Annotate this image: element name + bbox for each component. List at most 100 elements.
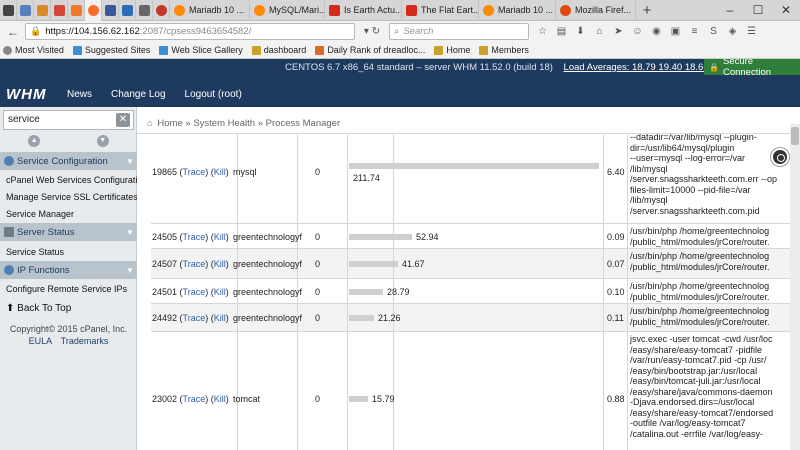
download-icon[interactable]: ⬇ xyxy=(571,26,590,37)
command-cell: /usr/bin/php /home/greentechnolog /publi… xyxy=(630,281,770,302)
pinned-tab[interactable] xyxy=(119,0,136,21)
trademarks-link[interactable]: Trademarks xyxy=(61,336,109,346)
back-arrow-icon[interactable]: ← xyxy=(3,25,23,39)
pinned-tab[interactable] xyxy=(153,0,170,21)
trace-link[interactable]: Trace xyxy=(183,167,206,177)
clear-search-icon[interactable]: ✕ xyxy=(116,113,130,127)
sidebar-item-service-manager[interactable]: Service Manager xyxy=(6,209,74,219)
secure-connection-badge[interactable]: 🔒 Secure Connection xyxy=(704,56,800,78)
bookmark-item[interactable]: Members xyxy=(479,45,529,55)
home-icon[interactable]: ⌂ xyxy=(590,26,609,37)
trace-link[interactable]: Trace xyxy=(183,394,206,404)
extension-icon[interactable]: ≡ xyxy=(685,26,704,37)
reload-icon[interactable]: ▾ ↻ xyxy=(355,26,389,37)
extension-icon[interactable]: ◈ xyxy=(723,26,742,37)
clipboard-icon[interactable]: ▤ xyxy=(552,26,571,37)
breadcrumb-section[interactable]: System Health xyxy=(193,118,255,129)
send-icon[interactable]: ➤ xyxy=(609,26,628,37)
whm-logo[interactable]: WHM xyxy=(6,86,47,103)
sidebar-item-remote-service-ips[interactable]: Configure Remote Service IPs xyxy=(6,284,127,294)
trace-link[interactable]: Trace xyxy=(183,313,206,323)
logout-link[interactable]: Logout (root) xyxy=(185,89,242,100)
browser-tab[interactable]: Mariadb 10 ... xyxy=(170,0,250,21)
sidebar-item-service-status[interactable]: Service Status xyxy=(6,247,64,257)
new-tab-button[interactable]: + xyxy=(636,2,658,19)
browser-tab[interactable]: Is Earth Actu... xyxy=(325,0,402,21)
sidebar-section-ip-functions[interactable]: IP Functions ▼ xyxy=(0,261,137,279)
bookmark-item[interactable]: Home xyxy=(434,45,470,55)
memory-value: 0.11 xyxy=(607,313,624,323)
trace-link[interactable]: Trace xyxy=(183,232,206,242)
pinned-tab[interactable] xyxy=(136,0,153,21)
browser-tab-strip: Mariadb 10 ... MySQL/Mari... Is Earth Ac… xyxy=(0,0,800,21)
kill-link[interactable]: Kill xyxy=(214,394,226,404)
lock-icon: 🔒 xyxy=(30,26,42,36)
kill-link[interactable]: Kill xyxy=(214,259,226,269)
gmail-icon xyxy=(53,4,65,16)
maximize-icon[interactable]: ☐ xyxy=(744,3,772,17)
browser-tab[interactable]: The Flat Eart... xyxy=(402,0,479,21)
menu-icon[interactable]: ☰ xyxy=(742,26,761,37)
priority-cell: 0 xyxy=(315,287,321,297)
kill-link[interactable]: Kill xyxy=(214,167,226,177)
chevron-down-icon: ▼ xyxy=(126,156,134,166)
back-to-top-link[interactable]: ⬆ Back To Top xyxy=(6,303,71,314)
browser-tab[interactable]: MySQL/Mari... xyxy=(250,0,325,21)
sidebar-section-service-configuration[interactable]: Service Configuration ▼ xyxy=(0,152,137,170)
page-scrollbar[interactable] xyxy=(790,124,800,450)
pinned-tab[interactable] xyxy=(34,0,51,21)
column-divider xyxy=(393,332,394,450)
bookmark-item[interactable]: Most Visited xyxy=(3,45,64,55)
support-widget-icon[interactable] xyxy=(771,148,789,166)
skype-icon[interactable]: S xyxy=(704,26,723,37)
star-icon[interactable]: ☆ xyxy=(533,26,552,37)
eula-link[interactable]: EULA xyxy=(29,336,53,346)
extension-icon[interactable]: ◉ xyxy=(647,26,666,37)
trace-link[interactable]: Trace xyxy=(183,259,206,269)
pinned-tab[interactable] xyxy=(51,0,68,21)
kill-link[interactable]: Kill xyxy=(214,287,226,297)
command-cell: --datadir=/var/lib/mysql --plugin- dir=/… xyxy=(630,133,778,216)
column-divider xyxy=(603,332,604,450)
news-link[interactable]: News xyxy=(67,89,92,100)
memory-value: 0.07 xyxy=(607,259,625,269)
close-icon[interactable]: ✕ xyxy=(772,3,800,17)
pinned-tab[interactable] xyxy=(0,0,17,21)
pinned-tab[interactable] xyxy=(17,0,34,21)
kill-link[interactable]: Kill xyxy=(214,313,226,323)
pinned-tab-active[interactable] xyxy=(85,0,102,21)
browser-tab[interactable]: Mariadb 10 ... xyxy=(479,0,556,21)
sidebar-section-server-status[interactable]: Server Status ▼ xyxy=(0,223,137,241)
breadcrumb-home[interactable]: Home xyxy=(157,118,182,129)
bookmark-item[interactable]: Web Slice Gallery xyxy=(159,45,243,55)
minimize-icon[interactable]: – xyxy=(716,3,744,17)
sidebar-item-cpanel-web-services[interactable]: cPanel Web Services Configuration xyxy=(6,175,147,185)
bookmark-item[interactable]: dashboard xyxy=(251,45,306,55)
whm-header: WHM News Change Log Logout (root) CENTOS… xyxy=(0,56,800,107)
sidebar-item-service-ssl[interactable]: Manage Service SSL Certificates xyxy=(6,192,138,202)
extension-icon[interactable]: ▣ xyxy=(666,26,685,37)
browser-tab[interactable]: Mozilla Firef... xyxy=(556,0,636,21)
load-averages-link[interactable]: Load Averages: 18.79 19.40 18.66 xyxy=(564,62,709,73)
column-divider xyxy=(237,332,238,450)
scrollbar-thumb[interactable] xyxy=(791,127,799,145)
sidebar-search-input[interactable]: service xyxy=(3,110,134,130)
column-divider xyxy=(347,224,348,248)
kill-link[interactable]: Kill xyxy=(214,232,226,242)
change-log-link[interactable]: Change Log xyxy=(111,89,166,100)
smiley-icon[interactable]: ☺ xyxy=(628,26,647,37)
trace-link[interactable]: Trace xyxy=(183,287,206,297)
bookmark-item[interactable]: Suggested Sites xyxy=(72,45,150,55)
pinned-tab-icon xyxy=(36,4,48,16)
bookmark-label: Web Slice Gallery xyxy=(171,45,243,55)
url-bar[interactable]: 🔒 https://104.156.62.162:2087/cpsess9463… xyxy=(25,23,355,40)
bookmark-item[interactable]: Daily Rank of dreadloc... xyxy=(315,45,425,55)
section-title: Service Configuration xyxy=(17,155,108,167)
scroll-down-icon[interactable]: ▼ xyxy=(96,135,109,147)
facebook-icon xyxy=(104,4,116,16)
scroll-up-icon[interactable]: ▲ xyxy=(28,135,41,147)
cpu-usage-bar xyxy=(349,163,599,169)
pinned-tab[interactable] xyxy=(68,0,85,21)
pinned-tab[interactable] xyxy=(102,0,119,21)
search-input[interactable]: ⌕ Search xyxy=(389,23,529,40)
